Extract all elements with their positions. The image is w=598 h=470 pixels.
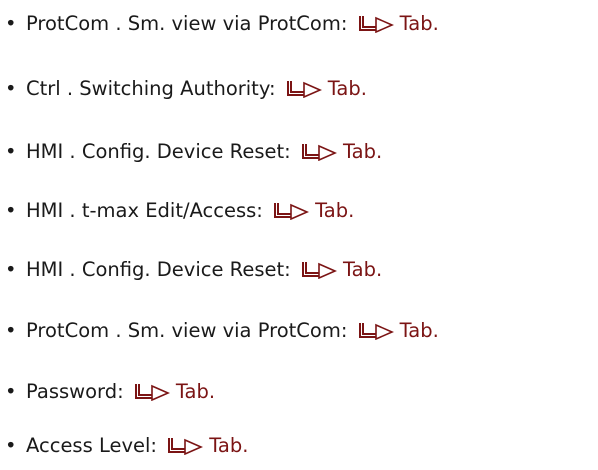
link-arrow-icon (358, 323, 394, 340)
list-item: • HMI . Config. Device Reset: Tab. (0, 255, 382, 285)
bullet: • (5, 258, 17, 281)
list-item: • HMI . Config. Device Reset: Tab. (0, 137, 382, 167)
list-item: • ProtCom . Sm. view via ProtCom: Tab. (0, 9, 439, 39)
tab-link[interactable]: Tab. (343, 258, 382, 281)
item-label: Ctrl . Switching Authority: (26, 77, 276, 100)
item-label: Access Level: (26, 434, 157, 457)
bullet: • (5, 77, 17, 100)
bullet: • (5, 380, 17, 403)
item-label: HMI . Config. Device Reset: (26, 140, 291, 163)
link-arrow-icon (286, 81, 322, 98)
link-arrow-icon (301, 144, 337, 161)
bullet: • (5, 319, 17, 342)
link-arrow-icon (301, 262, 337, 279)
link-arrow-icon (134, 384, 170, 401)
link-arrow-icon (358, 16, 394, 33)
tab-link[interactable]: Tab. (328, 77, 367, 100)
bullet: • (5, 12, 17, 35)
list-item: • Password: Tab. (0, 377, 215, 407)
link-arrow-icon (274, 203, 310, 220)
item-label: ProtCom . Sm. view via ProtCom: (26, 12, 348, 35)
list-item: • HMI . t-max Edit/Access: Tab. (0, 196, 354, 226)
item-label: Password: (26, 380, 124, 403)
bullet: • (5, 434, 17, 457)
item-label: HMI . t-max Edit/Access: (26, 199, 263, 222)
tab-link[interactable]: Tab. (176, 380, 215, 403)
list-item: • Ctrl . Switching Authority: Tab. (0, 74, 367, 104)
bullet: • (5, 199, 17, 222)
tab-link[interactable]: Tab. (209, 434, 248, 457)
tab-link[interactable]: Tab. (400, 319, 439, 342)
tab-link[interactable]: Tab. (400, 12, 439, 35)
bullet: • (5, 140, 17, 163)
tab-link[interactable]: Tab. (343, 140, 382, 163)
list-item: • Access Level: Tab. (0, 431, 248, 461)
item-label: HMI . Config. Device Reset: (26, 258, 291, 281)
item-label: ProtCom . Sm. view via ProtCom: (26, 319, 348, 342)
link-arrow-icon (168, 438, 204, 455)
tab-link[interactable]: Tab. (315, 199, 354, 222)
list-item: • ProtCom . Sm. view via ProtCom: Tab. (0, 316, 439, 346)
